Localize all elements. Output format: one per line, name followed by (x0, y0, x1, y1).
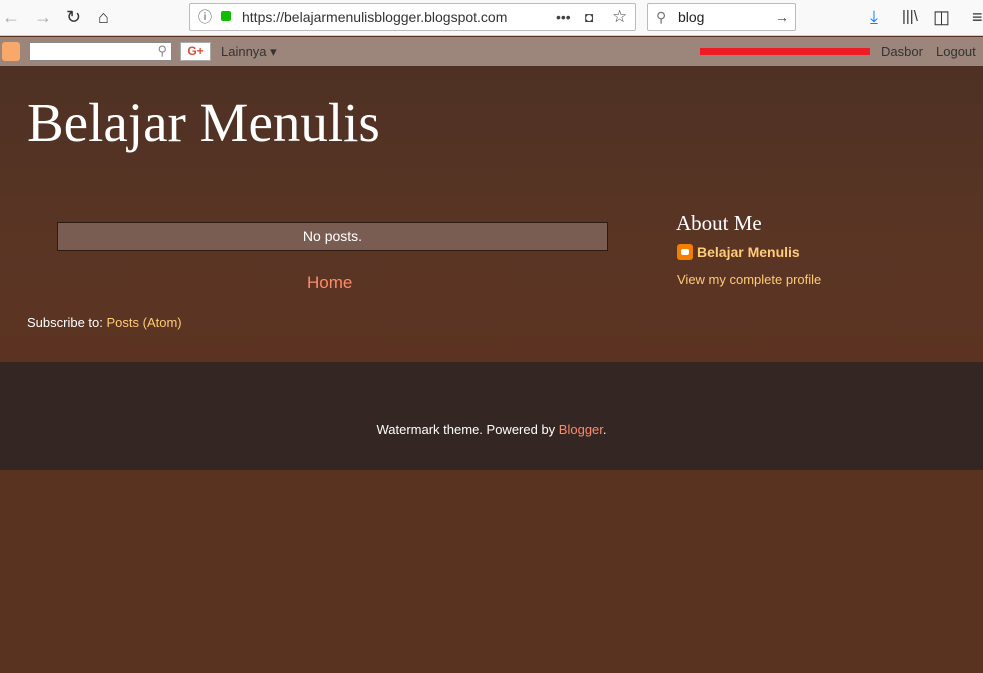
home-link[interactable]: Home (307, 273, 352, 293)
browser-toolbar: ← → ↻ ⌂ ⓘ https://belajarmenulisblogger.… (0, 0, 983, 36)
search-icon[interactable]: ⚲ (157, 43, 167, 59)
profile-link[interactable]: Belajar Menulis (677, 244, 800, 260)
more-menu[interactable]: Lainnya ▾ (221, 44, 277, 60)
sidebar-icon[interactable]: ◫ (933, 6, 950, 28)
view-profile-link[interactable]: View my complete profile (677, 272, 821, 287)
footer-suffix: . (602, 422, 607, 437)
navbar-search-input[interactable]: ⚲ (29, 42, 172, 61)
bookmark-star-icon[interactable]: ☆ (612, 4, 627, 30)
lock-icon (221, 11, 231, 21)
search-icon: ⚲ (656, 9, 667, 25)
blogger-icon (677, 244, 693, 260)
pocket-icon[interactable]: ◘ (585, 4, 593, 30)
forward-icon[interactable]: → (34, 6, 52, 28)
google-plus-button[interactable]: G+ (180, 42, 211, 61)
posts-atom-link[interactable]: Posts (Atom) (107, 315, 182, 330)
profile-name[interactable]: Belajar Menulis (697, 244, 800, 260)
download-icon[interactable]: ⤓ (870, 6, 878, 28)
no-posts-message: No posts. (57, 222, 608, 251)
blogger-link[interactable]: Blogger (559, 422, 603, 437)
go-arrow-icon[interactable]: → (775, 4, 789, 30)
menu-icon[interactable]: ≡ (972, 6, 983, 28)
library-icon[interactable]: |||\ (902, 6, 918, 28)
more-icon[interactable]: ••• (556, 4, 571, 30)
subscribe-label: Subscribe to: (27, 315, 107, 330)
about-me-heading: About Me (676, 211, 762, 235)
logout-link[interactable]: Logout (936, 44, 976, 59)
url-bar[interactable]: ⓘ https://belajarmenulisblogger.blogspot… (189, 3, 636, 31)
info-icon[interactable]: ⓘ (198, 4, 212, 30)
search-input[interactable]: blog (678, 4, 704, 30)
search-bar[interactable]: ⚲ blog → (647, 3, 796, 31)
subscribe-line: Subscribe to: Posts (Atom) (27, 315, 182, 330)
back-icon[interactable]: ← (2, 6, 20, 28)
page-background (0, 470, 983, 673)
reload-icon[interactable]: ↻ (66, 6, 81, 28)
dashboard-link[interactable]: Dasbor (881, 44, 923, 59)
footer-text: Watermark theme. Powered by (376, 422, 559, 437)
blog-body: Belajar Menulis No posts. Home Subscribe… (0, 66, 983, 362)
home-icon[interactable]: ⌂ (98, 6, 109, 28)
footer: Watermark theme. Powered by Blogger. (0, 362, 983, 470)
redacted-email (700, 48, 870, 55)
url-text: https://belajarmenulisblogger.blogspot.c… (242, 9, 508, 25)
blog-title[interactable]: Belajar Menulis (27, 91, 380, 154)
blogger-navbar: ⚲ G+ Lainnya ▾ Dasbor Logout (0, 37, 983, 66)
blogger-logo-icon[interactable] (2, 42, 20, 61)
